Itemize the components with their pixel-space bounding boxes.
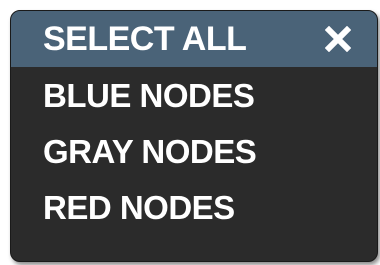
menu-list: BLUE NODES GRAY NODES RED NODES <box>11 67 377 235</box>
close-button[interactable] <box>321 22 355 56</box>
close-icon <box>325 26 351 52</box>
select-all-item[interactable]: SELECT ALL <box>43 22 247 56</box>
menu-item-gray-nodes[interactable]: GRAY NODES <box>43 123 377 179</box>
menu-header: SELECT ALL <box>11 11 377 67</box>
menu-item-red-nodes[interactable]: RED NODES <box>43 179 377 235</box>
menu-item-blue-nodes[interactable]: BLUE NODES <box>43 67 377 123</box>
node-selection-menu: SELECT ALL BLUE NODES GRAY NODES RED NOD… <box>10 10 378 262</box>
